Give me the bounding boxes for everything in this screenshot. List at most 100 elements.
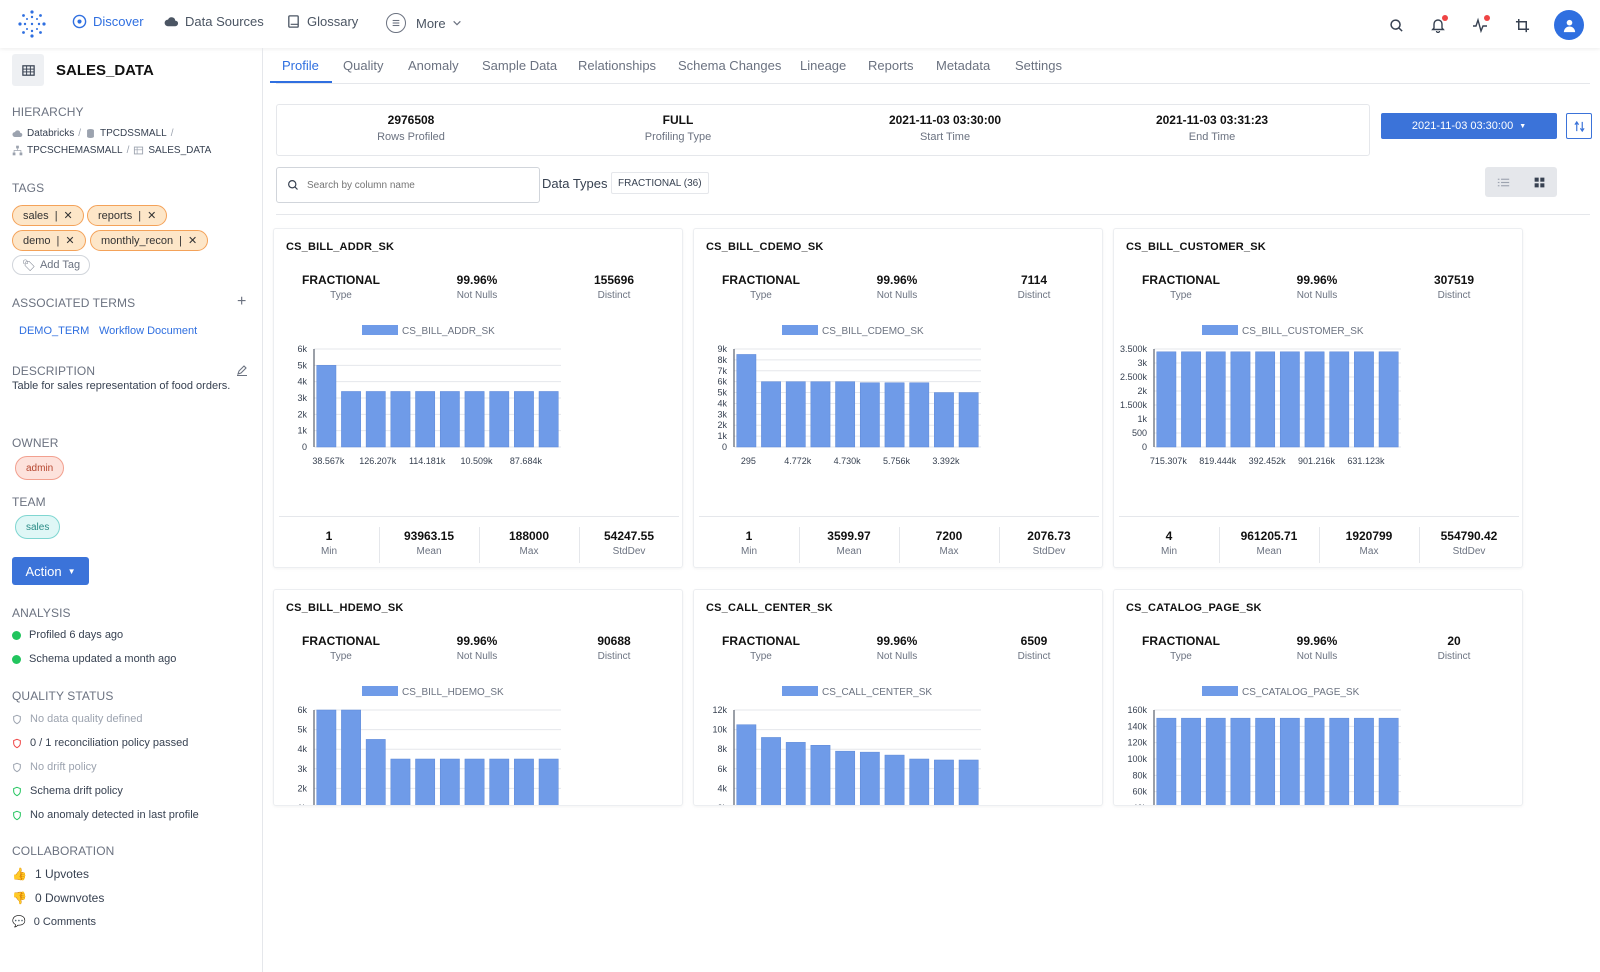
histogram-bar[interactable] — [341, 391, 361, 448]
profile-date-select[interactable]: 2021-11-03 03:30:00 ▼ — [1381, 113, 1557, 139]
histogram-bar[interactable] — [538, 391, 559, 448]
histogram-bar[interactable] — [934, 759, 954, 806]
tab-quality[interactable]: Quality — [343, 58, 383, 73]
column-card[interactable]: CS_BILL_CDEMO_SK FRACTIONAL Type 99.96% Not … — [693, 228, 1103, 568]
activity-icon[interactable] — [1470, 15, 1490, 35]
histogram-bar[interactable] — [1230, 351, 1251, 448]
histogram-bar[interactable] — [365, 739, 386, 806]
close-icon[interactable]: ✕ — [147, 209, 156, 222]
compare-button[interactable] — [1566, 113, 1592, 139]
histogram-bar[interactable] — [1181, 351, 1201, 448]
search-icon[interactable] — [1386, 15, 1406, 35]
histogram-bar[interactable] — [835, 381, 856, 448]
comments[interactable]: 💬 0 Comments — [12, 915, 96, 929]
histogram-bar[interactable] — [1279, 351, 1300, 448]
histogram-bar[interactable] — [489, 758, 510, 806]
close-icon[interactable]: ✕ — [188, 234, 197, 247]
histogram-bar[interactable] — [884, 382, 905, 448]
histogram-bar[interactable] — [1354, 351, 1374, 448]
nav-data-sources[interactable]: Data Sources — [164, 14, 264, 29]
histogram-bar[interactable] — [785, 742, 806, 806]
nav-glossary[interactable]: Glossary — [286, 14, 358, 29]
histogram-bar[interactable] — [785, 381, 806, 448]
tab-lineage[interactable]: Lineage — [800, 58, 846, 73]
data-types-filter[interactable]: FRACTIONAL (36) — [611, 172, 709, 194]
nav-more[interactable]: More — [386, 13, 462, 33]
histogram-bar[interactable] — [1329, 717, 1350, 806]
column-card[interactable]: CS_BILL_CUSTOMER_SK FRACTIONAL Type 99.96% N… — [1113, 228, 1523, 568]
histogram-bar[interactable] — [810, 381, 831, 448]
histogram-bar[interactable] — [439, 391, 460, 448]
column-card[interactable]: CS_CALL_CENTER_SK FRACTIONAL Type 99.96% Not… — [693, 589, 1103, 806]
tag-reports[interactable]: reports | ✕ — [87, 205, 168, 226]
close-icon[interactable]: ✕ — [65, 234, 74, 247]
histogram-bar[interactable] — [316, 709, 337, 806]
histogram-bar[interactable] — [1279, 717, 1300, 806]
quality-item[interactable]: 0 / 1 reconciliation policy passed — [12, 737, 188, 749]
nav-discover[interactable]: Discover — [72, 14, 144, 29]
column-card[interactable]: CS_BILL_ADDR_SK FRACTIONAL Type 99.96% Not N… — [273, 228, 683, 568]
histogram-bar[interactable] — [341, 709, 361, 806]
histogram-bar[interactable] — [514, 758, 534, 806]
breadcrumb-schema[interactable]: TPCSCHEMASMALL — [27, 145, 123, 156]
histogram-bar[interactable] — [1255, 717, 1276, 806]
histogram-bar[interactable] — [736, 354, 757, 448]
histogram-bar[interactable] — [1329, 351, 1350, 448]
histogram-bar[interactable] — [489, 391, 510, 448]
histogram-bar[interactable] — [464, 758, 485, 806]
owner-badge[interactable]: admin — [15, 456, 65, 480]
downvotes[interactable]: 👎 0 Downvotes — [12, 891, 104, 905]
histogram-bar[interactable] — [1181, 717, 1201, 806]
tab-schema-changes[interactable]: Schema Changes — [678, 58, 781, 73]
quality-item[interactable]: No drift policy — [12, 761, 97, 773]
histogram-bar[interactable] — [909, 382, 930, 448]
histogram-bar[interactable] — [538, 758, 559, 806]
histogram-bar[interactable] — [415, 391, 436, 448]
quality-item[interactable]: No anomaly detected in last profile — [12, 809, 199, 821]
histogram-bar[interactable] — [415, 758, 436, 806]
column-search-input[interactable] — [307, 179, 517, 191]
histogram-bar[interactable] — [1230, 717, 1251, 806]
user-avatar[interactable] — [1554, 10, 1584, 40]
histogram-bar[interactable] — [464, 391, 485, 448]
histogram-bar[interactable] — [958, 392, 979, 448]
histogram-bar[interactable] — [1354, 717, 1374, 806]
tag-monthly-recon[interactable]: monthly_recon | ✕ — [90, 230, 209, 251]
column-card[interactable]: CS_CATALOG_PAGE_SK FRACTIONAL Type 99.96% No… — [1113, 589, 1523, 806]
histogram-bar[interactable] — [390, 758, 411, 806]
tab-profile[interactable]: Profile — [282, 58, 319, 73]
histogram-bar[interactable] — [1304, 351, 1325, 448]
tag-sales[interactable]: sales | ✕ — [12, 205, 84, 226]
list-view-button[interactable] — [1485, 167, 1521, 197]
histogram-bar[interactable] — [514, 391, 534, 448]
histogram-bar[interactable] — [859, 751, 880, 806]
histogram-bar[interactable] — [835, 750, 856, 806]
plus-icon[interactable]: + — [237, 293, 246, 311]
histogram-bar[interactable] — [365, 391, 386, 448]
quality-item[interactable]: No data quality defined — [12, 713, 143, 725]
histogram-bar[interactable] — [1205, 717, 1226, 806]
breadcrumb-service[interactable]: Databricks — [27, 128, 74, 139]
histogram-bar[interactable] — [859, 382, 880, 448]
histogram-bar[interactable] — [810, 745, 831, 806]
bell-icon[interactable] — [1428, 15, 1448, 35]
tab-metadata[interactable]: Metadata — [936, 58, 990, 73]
tab-anomaly[interactable]: Anomaly — [408, 58, 459, 73]
quality-item[interactable]: Schema drift policy — [12, 785, 123, 797]
histogram-bar[interactable] — [1156, 351, 1177, 448]
tag-demo[interactable]: demo | ✕ — [12, 230, 86, 251]
histogram-bar[interactable] — [884, 754, 905, 806]
histogram-bar[interactable] — [958, 759, 979, 806]
histogram-bar[interactable] — [1255, 351, 1276, 448]
tab-relationships[interactable]: Relationships — [578, 58, 656, 73]
histogram-bar[interactable] — [1378, 717, 1399, 806]
term-workflow-document[interactable]: Workflow Document — [99, 325, 197, 337]
histogram-bar[interactable] — [761, 737, 781, 806]
column-search[interactable] — [276, 167, 540, 203]
breadcrumb-database[interactable]: TPCDSSMALL — [100, 128, 167, 139]
column-card[interactable]: CS_BILL_HDEMO_SK FRACTIONAL Type 99.96% Not … — [273, 589, 683, 806]
histogram-bar[interactable] — [736, 724, 757, 806]
histogram-bar[interactable] — [1156, 717, 1177, 806]
histogram-bar[interactable] — [316, 365, 337, 448]
team-badge[interactable]: sales — [15, 515, 61, 539]
